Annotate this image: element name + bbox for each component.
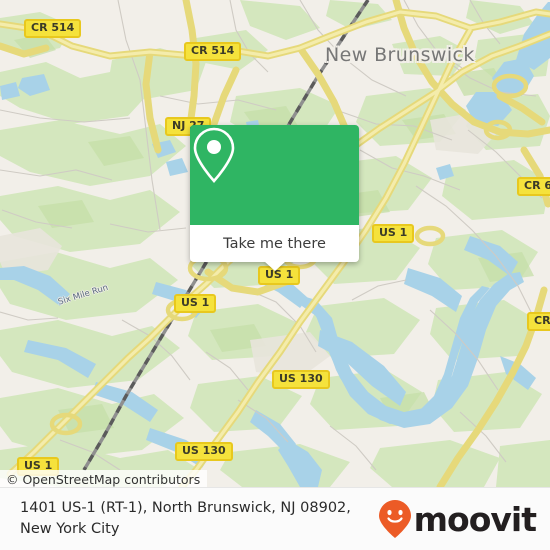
map-canvas[interactable]: New Brunswick Six Mile Run CR 514 CR 514… <box>0 0 550 487</box>
route-shield-cr514-east[interactable]: CR 514 <box>184 42 242 61</box>
map-attribution[interactable]: © OpenStreetMap contributors <box>0 470 208 487</box>
caption-bar: 1401 US-1 (RT-1), North Brunswick, NJ 08… <box>0 487 550 550</box>
moovit-brand[interactable]: moovit <box>378 499 550 539</box>
location-pin-icon <box>193 127 235 183</box>
moovit-wordmark: moovit <box>413 499 537 539</box>
take-me-there-label: Take me there <box>223 235 326 252</box>
take-me-there-button[interactable]: Take me there <box>190 225 359 262</box>
route-shield-cr6[interactable]: CR 6 <box>527 312 550 331</box>
map-screenshot: New Brunswick Six Mile Run CR 514 CR 514… <box>0 0 550 550</box>
map-label-new-brunswick: New Brunswick <box>325 44 475 66</box>
route-shield-us1-east[interactable]: US 1 <box>372 224 415 243</box>
route-shield-us130-lower[interactable]: US 130 <box>175 442 233 461</box>
route-shield-cr514-west[interactable]: CR 514 <box>24 19 82 38</box>
moovit-smiley-pin-icon <box>378 500 411 538</box>
route-shield-us1-mid[interactable]: US 1 <box>174 294 217 313</box>
route-shield-us130-upper[interactable]: US 130 <box>272 370 330 389</box>
address-caption: 1401 US-1 (RT-1), North Brunswick, NJ 08… <box>20 500 351 537</box>
route-shield-cr61[interactable]: CR 61 <box>517 177 550 196</box>
popup-header <box>190 125 359 225</box>
popup-pointer <box>263 261 286 271</box>
location-popup-card[interactable]: Take me there <box>190 125 359 271</box>
